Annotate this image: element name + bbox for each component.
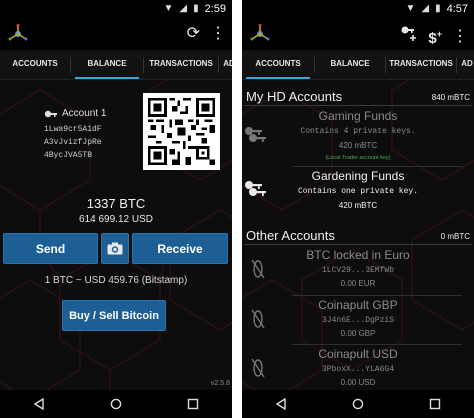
tab-addresses[interactable]: AD <box>219 50 232 79</box>
overflow-menu-icon[interactable]: ⋮ <box>210 22 226 46</box>
account-amount: 0.00 USD <box>340 378 376 387</box>
battery-icon: ▮ <box>193 3 199 14</box>
section-total: 0 mBTC <box>440 232 470 241</box>
account-name: Account 1 <box>62 108 107 119</box>
back-icon <box>33 398 44 410</box>
balance-screen: ▼ ◢ ▮ 2:59 ⟳ ⋮ ACCOUNTS BALANCE TRANSACT… <box>0 0 232 418</box>
address-line: 4BycJVA5TB <box>44 151 93 160</box>
action-bar: ⟳ ⋮ <box>0 18 232 50</box>
address-line: 1Lwa9cr5A1dF <box>44 125 102 134</box>
home-icon <box>110 398 122 410</box>
account-detail: Contains one private key. <box>297 187 419 196</box>
account-info: Account 1 1Lwa9cr5A1dF A3vJvizfJpRe 4Byc… <box>44 108 106 162</box>
app-version: v2.5.8 <box>210 380 230 387</box>
account-row-gaming-funds[interactable]: Gaming Funds Contains 4 private keys. 42… <box>242 107 474 165</box>
exchange-rate[interactable]: 1 BTC ~ USD 459.76 (Bitstamp) <box>0 275 232 286</box>
account-amount: 420 mBTC <box>338 141 378 150</box>
address-line: A3vJvizfJpRe <box>44 138 102 147</box>
action-bar: $+ ⋮ <box>242 18 474 50</box>
account-row-btc-locked-in-euro[interactable]: BTC locked in Euro 1LCV29...3EMfWb 0.00 … <box>242 246 474 294</box>
status-bar: ▼ ◢ ▮ 2:59 <box>0 0 232 18</box>
account-amount: 420 mBTC <box>338 201 378 210</box>
mycelium-logo-icon[interactable] <box>8 24 28 44</box>
back-button[interactable] <box>266 394 296 414</box>
recents-button[interactable] <box>420 394 450 414</box>
divider <box>244 105 472 106</box>
receive-address[interactable]: 1Lwa9cr5A1dF A3vJvizfJpRe 4BycJVA5TB <box>44 123 106 162</box>
hd-accounts-header: My HD Accounts 840 mBTC <box>242 86 474 104</box>
receive-button[interactable]: Receive <box>132 233 228 264</box>
mycelium-logo-icon[interactable] <box>250 24 270 44</box>
battery-icon: ▮ <box>435 3 441 14</box>
back-icon <box>275 398 286 410</box>
account-row-coinapult-usd[interactable]: Coinapult USD 3PboxX...YLA6G4 0.00 USD <box>242 345 474 390</box>
tab-transactions[interactable]: TRANSACTIONS <box>144 50 218 79</box>
section-total: 840 mBTC <box>431 93 470 102</box>
tab-bar: ACCOUNTS BALANCE TRANSACTIONS AD <box>242 50 474 80</box>
refresh-icon[interactable]: ⟳ <box>187 22 200 46</box>
tab-balance[interactable]: BALANCE <box>315 50 385 79</box>
account-amount: 0.00 GBP <box>340 329 376 338</box>
recents-button[interactable] <box>178 394 208 414</box>
tab-balance[interactable]: BALANCE <box>71 50 143 79</box>
key-icon <box>44 110 57 117</box>
status-bar: ▼ ◢ ▮ 4:57 <box>242 0 474 18</box>
wifi-icon: ▼ <box>405 3 416 14</box>
qr-code[interactable] <box>143 93 220 170</box>
divider <box>244 244 472 245</box>
account-detail: 3PboxX...YLA6G4 <box>321 365 394 374</box>
signal-icon: ◢ <box>421 3 430 14</box>
section-title: My HD Accounts <box>246 89 343 104</box>
overflow-menu-icon[interactable]: ⋮ <box>452 25 468 49</box>
account-detail: 3J4n6E...DgPziS <box>321 316 394 325</box>
tab-accounts[interactable]: ACCOUNTS <box>242 50 314 79</box>
account-name: Coinapult USD <box>318 347 398 361</box>
account-detail: 1LCV29...3EMfWb <box>321 266 394 275</box>
account-row-gardening-funds[interactable]: Gardening Funds Contains one private key… <box>242 167 474 215</box>
signal-icon: ◢ <box>179 3 188 14</box>
balance-fiat: 614 699.12 USD <box>79 214 153 225</box>
home-button[interactable] <box>101 394 131 414</box>
local-trader-tag: (Local Trader account key) <box>325 155 391 161</box>
camera-icon <box>107 242 123 255</box>
balance-btc: 1337 BTC <box>86 196 146 211</box>
account-detail: Contains 4 private keys. <box>300 127 416 136</box>
tab-transactions[interactable]: TRANSACTIONS <box>386 50 456 79</box>
status-time: 4:57 <box>446 3 468 15</box>
section-title: Other Accounts <box>246 228 335 243</box>
account-name: Gardening Funds <box>311 169 405 183</box>
home-icon <box>352 398 364 410</box>
back-button[interactable] <box>24 394 54 414</box>
account-name: Coinapult GBP <box>318 298 398 312</box>
recents-icon <box>430 398 441 410</box>
accounts-screen: ▼ ◢ ▮ 4:57 $+ ⋮ ACCOUNTS BALANCE TRANSAC… <box>242 0 474 418</box>
scan-button[interactable] <box>101 233 129 264</box>
navigation-bar <box>242 390 474 418</box>
wifi-icon: ▼ <box>163 3 174 14</box>
tab-bar: ACCOUNTS BALANCE TRANSACTIONS AD <box>0 50 232 80</box>
status-time: 2:59 <box>204 3 226 15</box>
add-key-icon[interactable] <box>400 25 418 49</box>
send-button[interactable]: Send <box>3 233 98 264</box>
account-name: BTC locked in Euro <box>306 248 410 262</box>
home-button[interactable] <box>343 394 373 414</box>
tab-addresses[interactable]: AD <box>457 50 474 79</box>
account-name: Gaming Funds <box>318 109 398 123</box>
tab-accounts[interactable]: ACCOUNTS <box>0 50 70 79</box>
account-row-coinapult-gbp[interactable]: Coinapult GBP 3J4n6E...DgPziS 0.00 GBP <box>242 296 474 344</box>
buy-sell-bitcoin-button[interactable]: Buy / Sell Bitcoin <box>62 300 166 331</box>
other-accounts-header: Other Accounts 0 mBTC <box>242 225 474 243</box>
recents-icon <box>188 398 199 410</box>
account-amount: 0.00 EUR <box>340 279 376 288</box>
navigation-bar <box>0 390 232 418</box>
qr-code-image <box>148 98 215 165</box>
add-dollar-icon[interactable]: $+ <box>428 22 442 51</box>
